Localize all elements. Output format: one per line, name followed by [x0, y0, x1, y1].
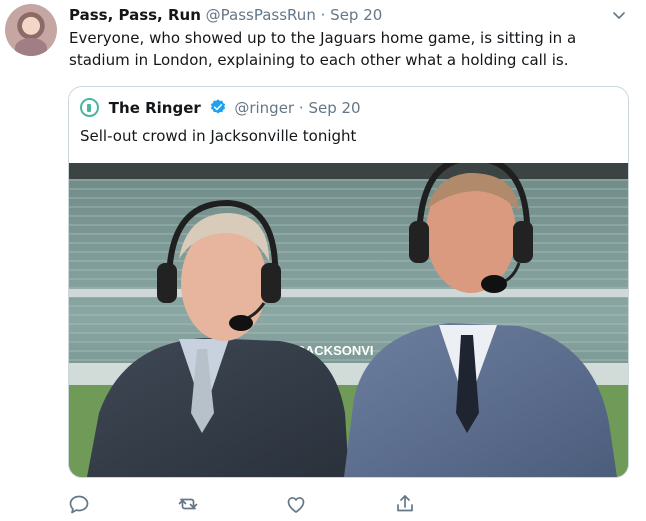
quoted-tweet-text: Sell-out crowd in Jacksonville tonight [80, 127, 357, 145]
quoted-tweet-photo[interactable]: #SACKSONVI [69, 163, 628, 477]
quoted-user-handle: @ringer [234, 99, 295, 117]
quoted-tweet-date: Sep 20 [308, 99, 361, 117]
user-handle[interactable]: @PassPassRun [206, 6, 316, 24]
quoted-tweet-header: The Ringer @ringer · Sep 20 [80, 98, 361, 118]
chevron-down-icon[interactable] [612, 8, 626, 22]
ringer-logo-icon [80, 98, 99, 117]
quoted-separator-dot: · [298, 99, 304, 117]
retweet-icon[interactable] [176, 492, 200, 516]
reply-icon[interactable] [67, 492, 91, 516]
quoted-display-name: The Ringer [108, 99, 201, 117]
separator-dot: · [320, 6, 326, 24]
tweet-text: Everyone, who showed up to the Jaguars h… [69, 29, 577, 69]
quoted-tweet[interactable]: The Ringer @ringer · Sep 20 Sell-out cro… [68, 86, 629, 478]
display-name[interactable]: Pass, Pass, Run [69, 6, 201, 24]
verified-badge-icon [210, 99, 225, 114]
heart-icon[interactable] [284, 492, 308, 516]
tweet-date[interactable]: Sep 20 [330, 6, 382, 24]
tweet-actions [0, 492, 646, 518]
tweet-header: Pass, Pass, Run @PassPassRun · Sep 20 [69, 5, 382, 25]
tweet[interactable]: Pass, Pass, Run @PassPassRun · Sep 20 Ev… [0, 0, 646, 521]
avatar[interactable] [5, 4, 57, 56]
share-icon[interactable] [393, 492, 417, 516]
